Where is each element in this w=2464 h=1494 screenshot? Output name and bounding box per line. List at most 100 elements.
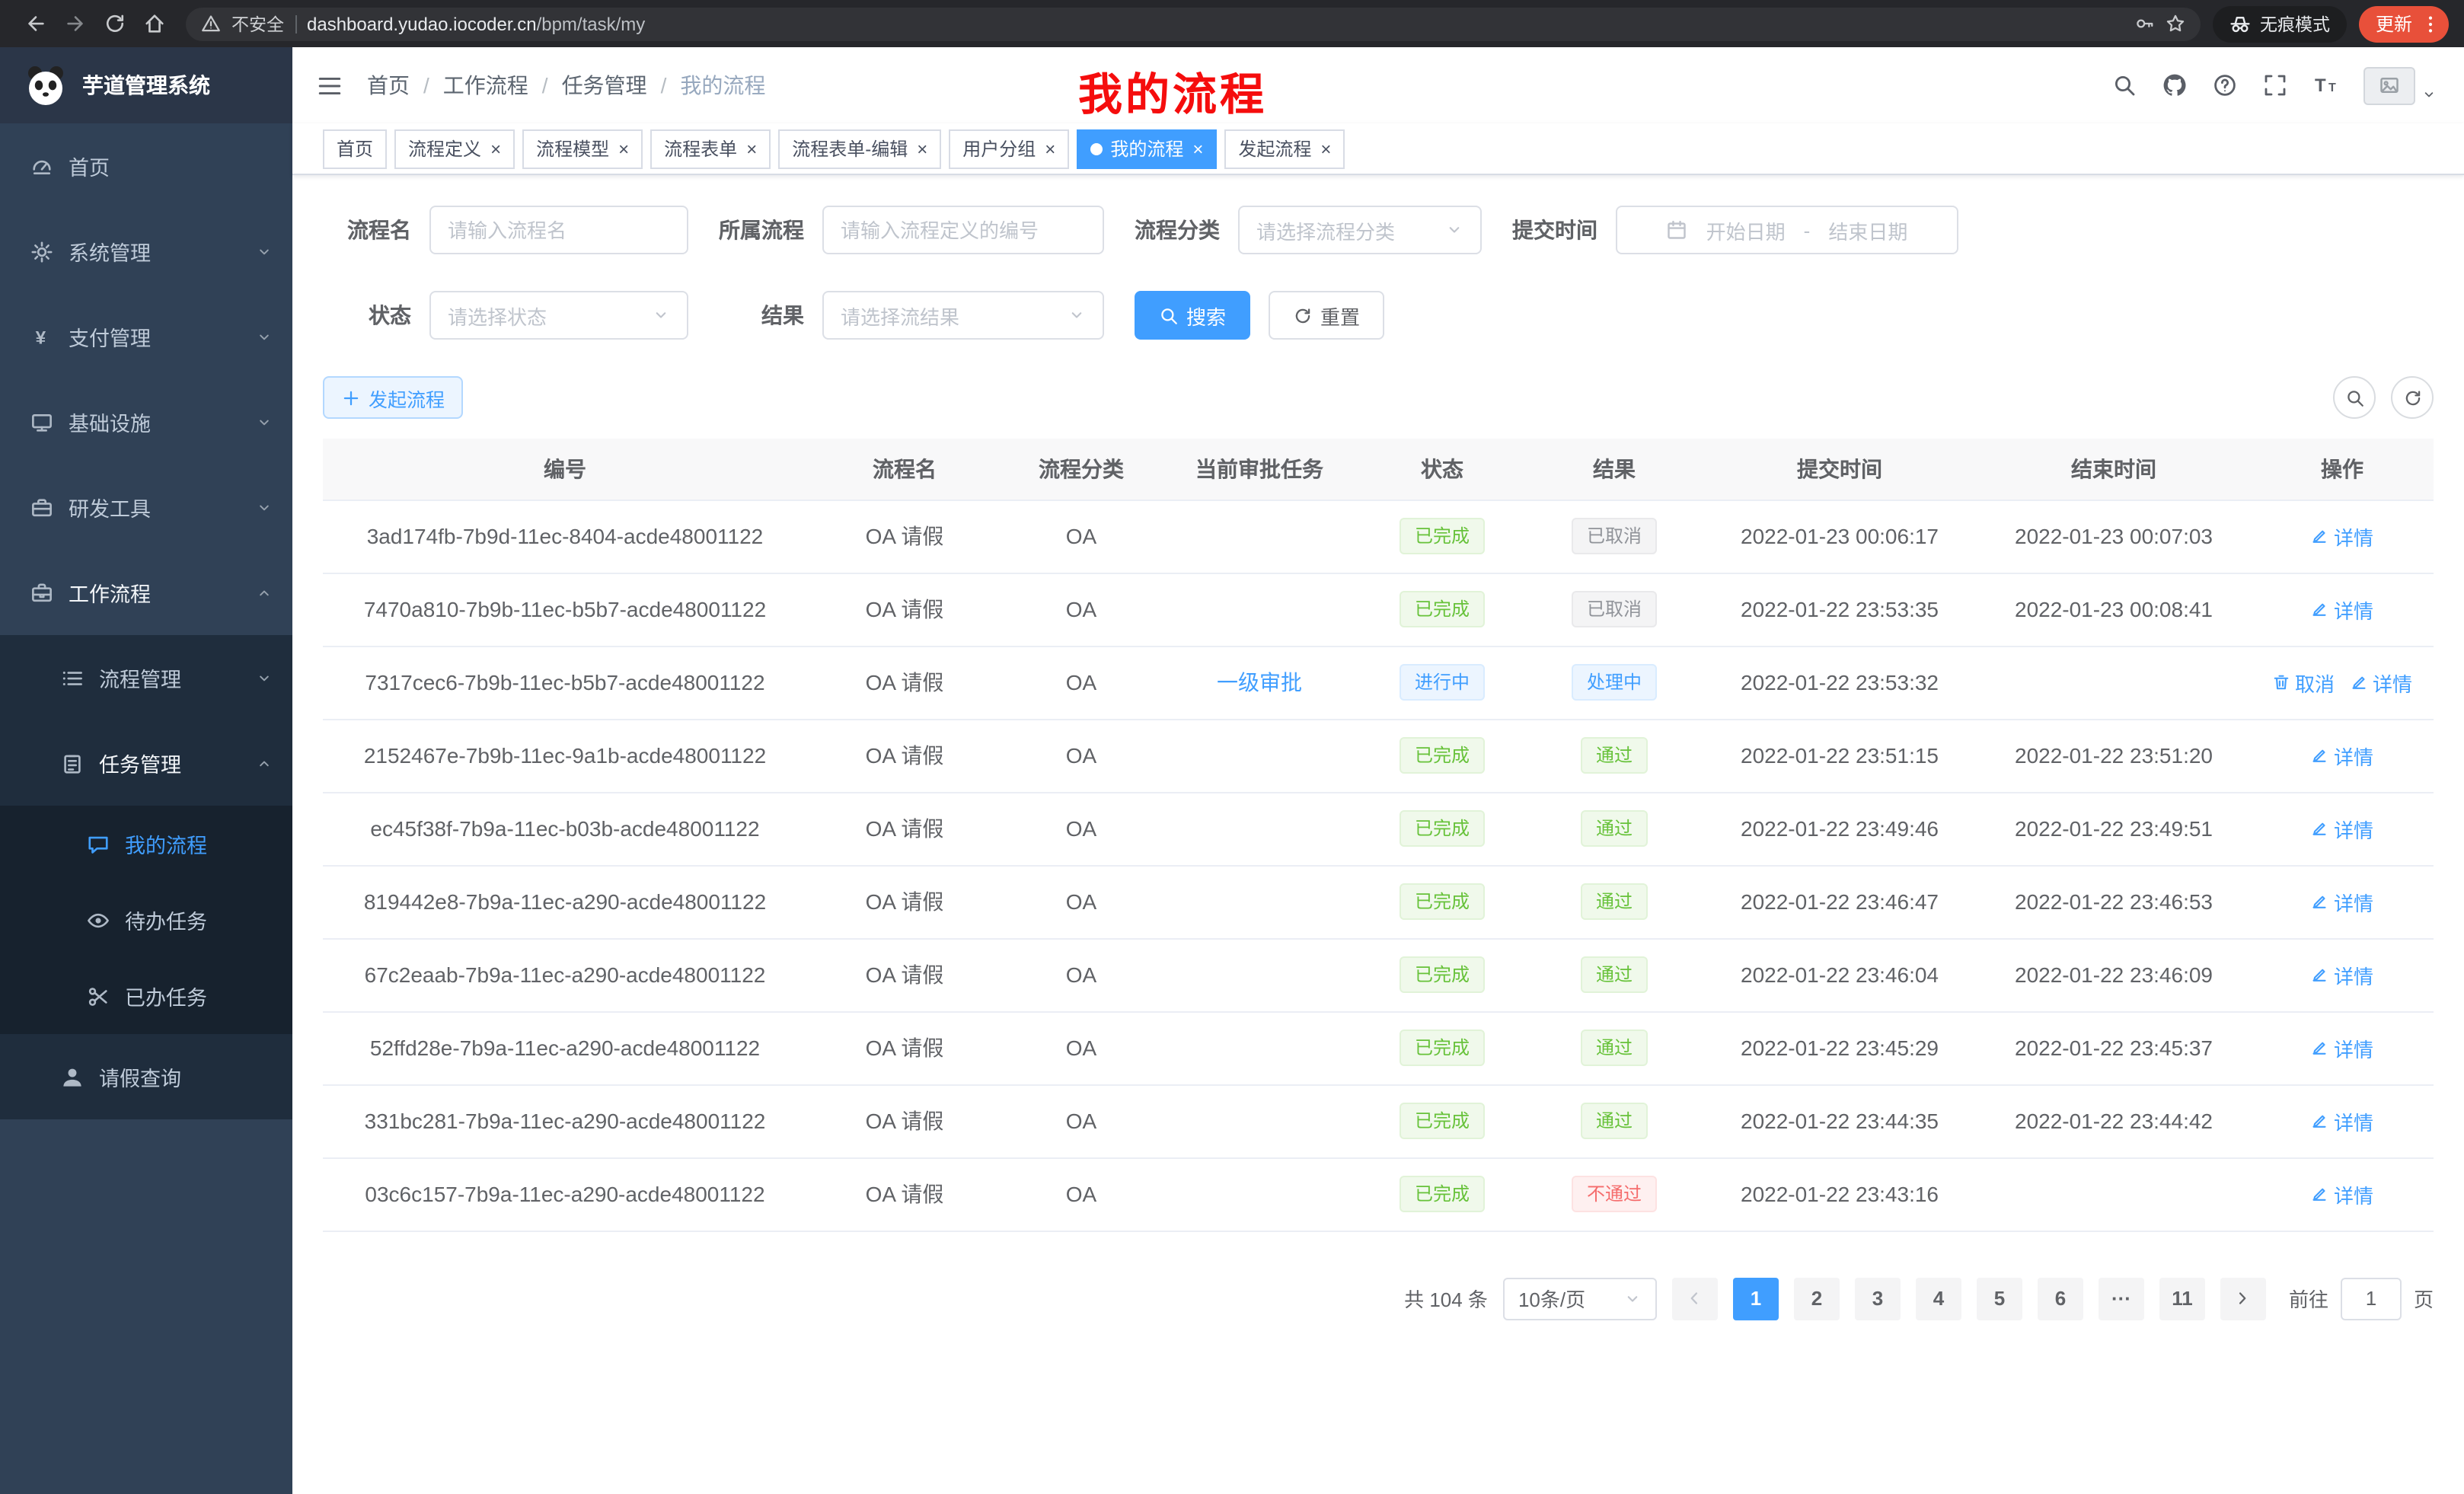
sidebar-item-system[interactable]: 系统管理 [0, 209, 292, 294]
sidebar-item-my-process[interactable]: 我的流程 [0, 806, 292, 882]
address-bar[interactable]: 不安全 dashboard.yudao.iocoder.cn/bpm/task/… [186, 7, 2201, 40]
sidebar-item-payment[interactable]: ¥支付管理 [0, 294, 292, 379]
search-button[interactable]: 搜索 [1135, 291, 1250, 340]
bookmark-star-icon[interactable] [2166, 14, 2185, 34]
sidebar-item-task-management[interactable]: 任务管理 [0, 720, 292, 806]
incognito-icon [2229, 13, 2251, 34]
tab-process-model[interactable]: 流程模型× [522, 129, 643, 168]
sidebar-item-done-tasks[interactable]: 已办任务 [0, 958, 292, 1034]
detail-action[interactable]: 详情 [2311, 960, 2373, 989]
tab-close-icon[interactable]: × [1320, 139, 1331, 158]
not-secure-warning-icon[interactable] [201, 14, 221, 34]
next-page-button[interactable] [2220, 1277, 2266, 1320]
cell-actions: 详情 [2251, 1011, 2434, 1084]
toggle-search-button[interactable] [2333, 376, 2376, 419]
github-icon[interactable] [2162, 73, 2187, 97]
breadcrumb-item[interactable]: 任务管理 [562, 70, 647, 101]
update-label: 更新 [2376, 11, 2412, 37]
sidebar-toggle-button[interactable] [292, 47, 367, 123]
refresh-table-button[interactable] [2391, 376, 2434, 419]
screen: 不安全 dashboard.yudao.iocoder.cn/bpm/task/… [0, 0, 2464, 1494]
detail-action[interactable]: 详情 [2311, 1180, 2373, 1208]
edit-icon [2311, 746, 2329, 765]
result-select[interactable]: 请选择流结果 [822, 291, 1104, 340]
update-button[interactable]: 更新 [2359, 5, 2449, 42]
more-pages-button[interactable]: ··· [2099, 1277, 2144, 1320]
sidebar-item-infrastructure[interactable]: 基础设施 [0, 379, 292, 464]
process-name-input[interactable] [429, 206, 688, 254]
tab-close-icon[interactable]: × [490, 139, 501, 158]
back-button[interactable] [15, 4, 55, 43]
cancel-action[interactable]: 取消 [2272, 668, 2335, 697]
detail-action[interactable]: 详情 [2311, 1033, 2373, 1062]
fullscreen-icon[interactable] [2263, 73, 2287, 97]
page-size-select[interactable]: 10条/页 [1503, 1277, 1657, 1320]
browser-menu-icon[interactable] [2420, 13, 2441, 34]
submit-time-range-picker[interactable]: 开始日期 - 结束日期 [1616, 206, 1958, 254]
category-select[interactable]: 请选择流程分类 [1238, 206, 1482, 254]
tab-process-form[interactable]: 流程表单 × [650, 129, 771, 168]
forward-button[interactable] [55, 4, 94, 43]
sidebar-item-todo-tasks[interactable]: 待办任务 [0, 882, 292, 958]
detail-action[interactable]: 详情 [2311, 522, 2373, 551]
breadcrumb-item[interactable]: 工作流程 [443, 70, 528, 101]
detail-action[interactable]: 详情 [2350, 668, 2412, 697]
sidebar-item-workflow[interactable]: 工作流程 [0, 550, 292, 635]
detail-action[interactable]: 详情 [2311, 814, 2373, 843]
jump-page-input[interactable] [2341, 1277, 2402, 1320]
sidebar-item-leave-query[interactable]: 请假查询 [0, 1034, 292, 1119]
cell-status: 已完成 [1358, 865, 1526, 938]
tab-start-process[interactable]: 发起流程× [1224, 129, 1345, 168]
tab-label: 流程表单-编辑 [792, 136, 908, 161]
sidebar-item-dev-tools[interactable]: 研发工具 [0, 464, 292, 550]
detail-action[interactable]: 详情 [2311, 741, 2373, 770]
tab-process-definition[interactable]: 流程定义× [394, 129, 515, 168]
reload-button[interactable] [94, 4, 134, 43]
sidebar-item-home[interactable]: 首页 [0, 123, 292, 209]
tab-close-icon[interactable]: × [746, 139, 757, 158]
page-button-3[interactable]: 3 [1855, 1277, 1901, 1320]
prev-page-button[interactable] [1672, 1277, 1718, 1320]
action-label: 详情 [2334, 1106, 2373, 1135]
cell-submit-time: 2022-01-22 23:46:04 [1703, 938, 1977, 1011]
tab-close-icon[interactable]: × [1192, 139, 1203, 158]
process-id-input[interactable] [822, 206, 1104, 254]
detail-action[interactable]: 详情 [2311, 595, 2373, 624]
breadcrumb-item[interactable]: 首页 [367, 70, 410, 101]
app-logo[interactable]: 芋道管理系统 [0, 47, 292, 123]
page-button-1[interactable]: 1 [1733, 1277, 1779, 1320]
detail-action[interactable]: 详情 [2311, 1106, 2373, 1135]
tab-my-process[interactable]: 我的流程× [1077, 129, 1217, 168]
action-label: 详情 [2334, 1033, 2373, 1062]
tab-close-icon[interactable]: × [618, 139, 629, 158]
tab-bar: 首页流程定义×流程模型×流程表单×流程表单-编辑×用户分组×我的流程×发起流程× [292, 123, 2464, 175]
cell-category: OA [1002, 646, 1160, 719]
page-button-6[interactable]: 6 [2038, 1277, 2083, 1320]
detail-action[interactable]: 详情 [2311, 887, 2373, 916]
font-size-icon[interactable]: TT [2313, 73, 2338, 97]
tab-home[interactable]: 首页 [323, 129, 387, 168]
cell-status: 已完成 [1358, 1157, 1526, 1231]
page-button-4[interactable]: 4 [1916, 1277, 1961, 1320]
tab-process-form-edit[interactable]: 流程表单-编辑 × [778, 129, 941, 168]
reset-button[interactable]: 重置 [1269, 291, 1384, 340]
tab-close-icon[interactable]: × [1045, 139, 1055, 158]
filter-label-status: 状态 [323, 300, 411, 330]
filter-label-process: 所属流程 [719, 215, 804, 245]
page-button-2[interactable]: 2 [1794, 1277, 1840, 1320]
help-icon[interactable] [2213, 73, 2237, 97]
tab-label: 流程表单 [664, 136, 737, 161]
user-avatar-menu[interactable] [2363, 66, 2437, 104]
sidebar-item-process-management[interactable]: 流程管理 [0, 635, 292, 720]
action-label: 取消 [2295, 668, 2335, 697]
page-button-5[interactable]: 5 [1977, 1277, 2022, 1320]
current-task-link[interactable]: 一级审批 [1217, 670, 1302, 694]
home-button[interactable] [134, 4, 174, 43]
status-select[interactable]: 请选择状态 [429, 291, 688, 340]
page-button-11[interactable]: 11 [2159, 1277, 2205, 1320]
tab-close-icon[interactable]: × [917, 139, 927, 158]
search-icon[interactable] [2112, 73, 2137, 97]
tab-user-group[interactable]: 用户分组× [949, 129, 1069, 168]
start-process-button[interactable]: 发起流程 [323, 376, 463, 419]
password-key-icon[interactable] [2135, 14, 2155, 34]
